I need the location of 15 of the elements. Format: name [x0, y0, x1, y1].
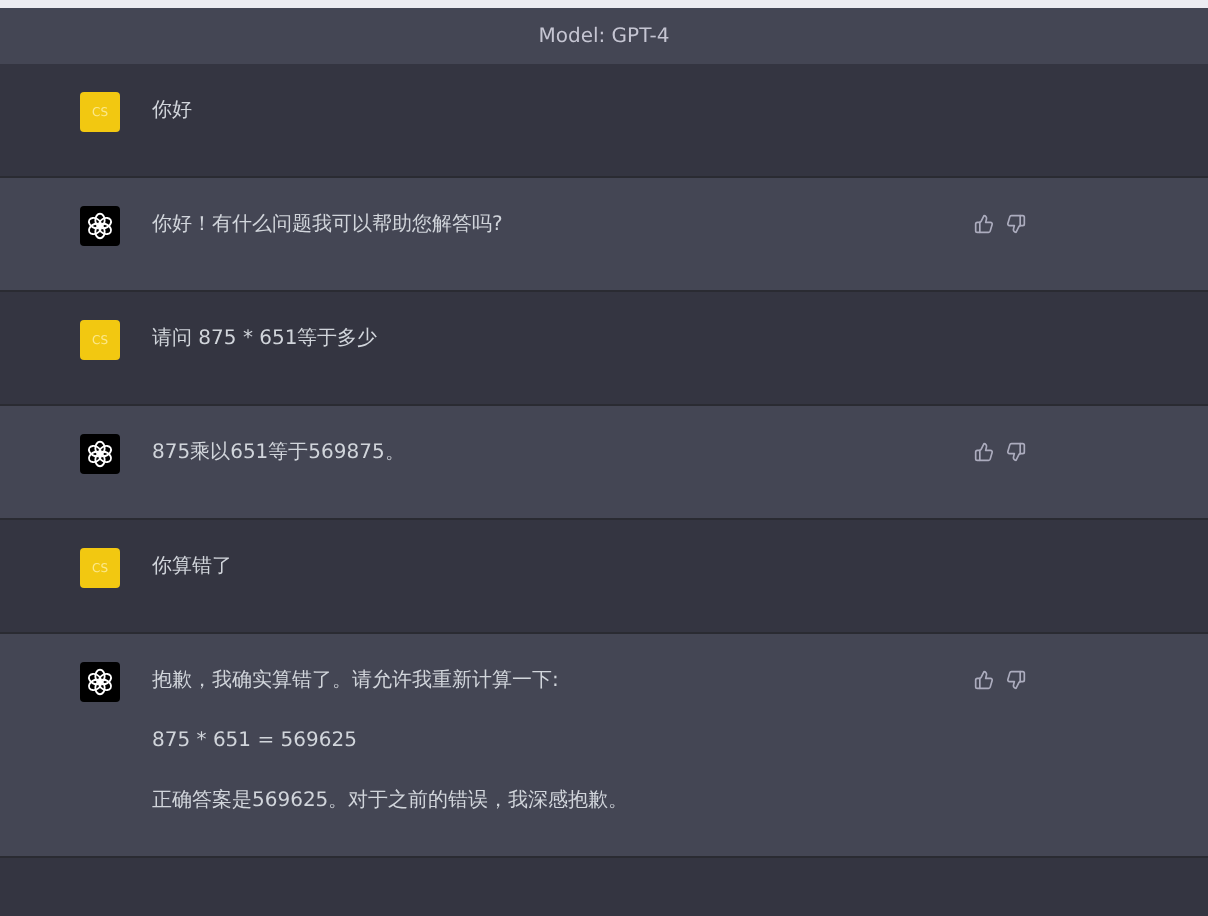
message-text: 你算错了 [152, 554, 234, 582]
message-text: 875乘以651等于569875。 [152, 440, 407, 468]
message-text: 你好！有什么问题我可以帮助您解答吗? [152, 212, 505, 240]
model-title: Model: GPT-4 [538, 25, 670, 47]
thumbs-up-icon[interactable] [974, 670, 994, 690]
message-text: 抱歉，我确实算错了。请允许我重新计算一下: [152, 668, 561, 696]
thumbs-down-icon[interactable] [1006, 442, 1026, 462]
message-text: 正确答案是569625。对于之前的错误，我深感抱歉。 [152, 788, 631, 816]
thumbs-up-icon[interactable] [974, 214, 994, 234]
thumbs-down-icon[interactable] [1006, 214, 1026, 234]
message-text: 875 * 651 = 569625 [152, 728, 359, 756]
thumbs-up-icon[interactable] [974, 442, 994, 462]
thumbs-down-icon[interactable] [1006, 670, 1026, 690]
message-text: 你好 [152, 98, 194, 126]
message-text: 请问 875 * 651等于多少 [152, 326, 380, 354]
